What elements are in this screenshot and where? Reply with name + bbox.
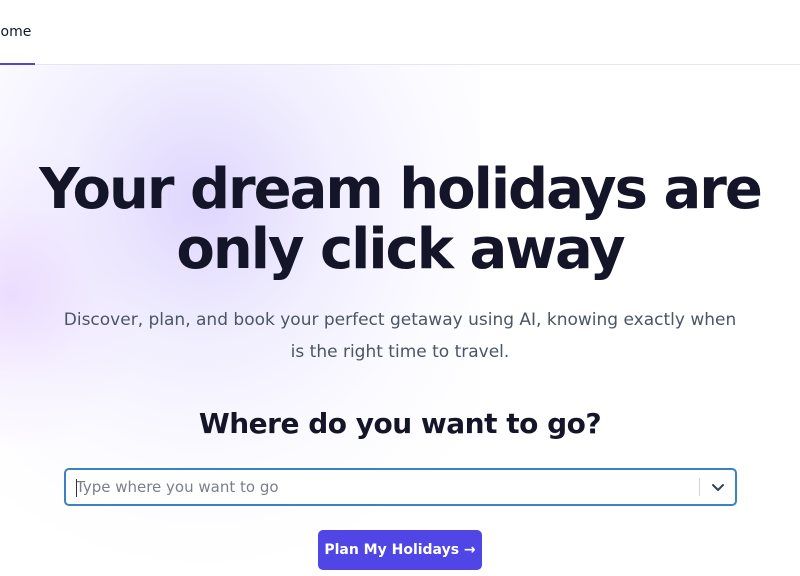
destination-question: Where do you want to go? <box>198 407 602 440</box>
nav-tab-home[interactable]: Home <box>0 0 35 65</box>
hero-headline: Your dream holidays are only click away <box>39 157 763 282</box>
page: Home Your dream holidays are only click … <box>0 0 800 576</box>
chevron-down-icon[interactable] <box>707 476 729 498</box>
hero-section: Your dream holidays are only click away … <box>0 65 800 576</box>
nav-tab-home-label: Home <box>0 24 32 40</box>
hero-subtitle: Discover, plan, and book your perfect ge… <box>63 310 737 362</box>
plan-my-holidays-button[interactable]: Plan My Holidays → <box>318 530 482 570</box>
top-navigation: Home <box>0 0 800 65</box>
select-divider <box>699 478 700 496</box>
text-cursor <box>76 479 77 497</box>
destination-select[interactable] <box>64 468 737 506</box>
destination-input[interactable] <box>76 470 696 504</box>
